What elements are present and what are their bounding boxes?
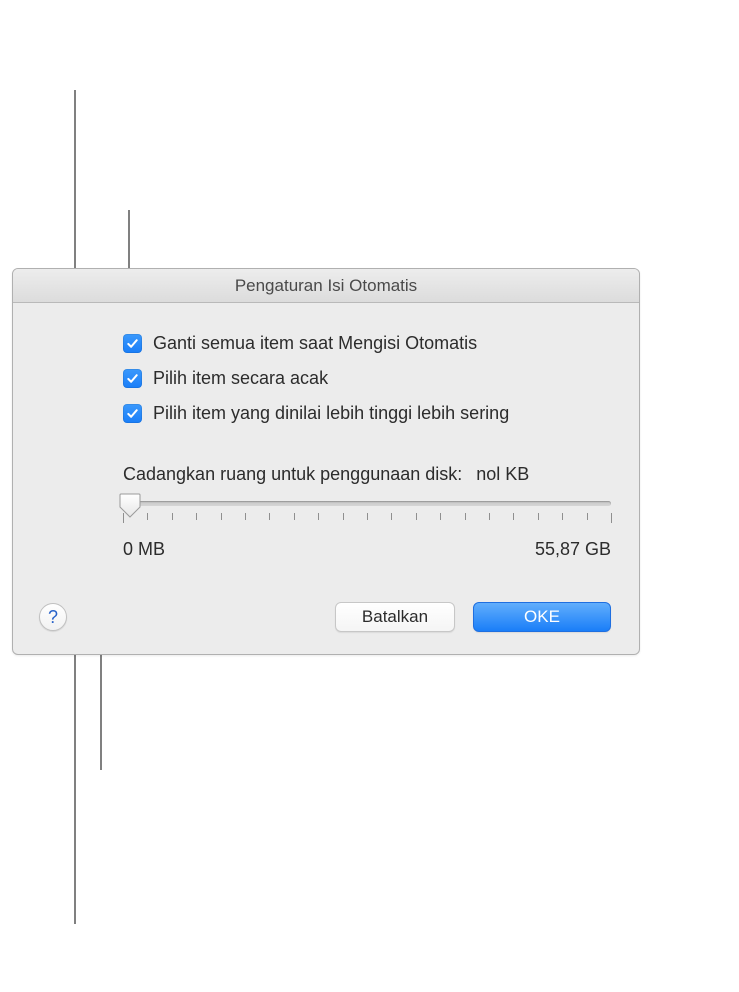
checkbox-icon <box>123 369 142 388</box>
help-icon: ? <box>48 607 58 628</box>
reserve-value: nol KB <box>476 464 529 485</box>
dialog-title: Pengaturan Isi Otomatis <box>235 276 417 296</box>
slider-scale: 0 MB 55,87 GB <box>123 539 611 560</box>
reserve-slider[interactable] <box>123 495 611 537</box>
checkbox-higher-rated[interactable]: Pilih item yang dinilai lebih tinggi leb… <box>123 403 613 424</box>
checkbox-icon <box>123 404 142 423</box>
checkbox-label: Pilih item yang dinilai lebih tinggi leb… <box>153 403 509 424</box>
reserve-label-row: Cadangkan ruang untuk penggunaan disk: n… <box>123 464 603 485</box>
dialog-titlebar: Pengaturan Isi Otomatis <box>13 269 639 303</box>
slider-min-label: 0 MB <box>123 539 165 560</box>
reserve-label: Cadangkan ruang untuk penggunaan disk: <box>123 464 462 485</box>
checkbox-label: Ganti semua item saat Mengisi Otomatis <box>153 333 477 354</box>
ok-button-label: OKE <box>524 607 560 627</box>
slider-thumb[interactable] <box>119 493 141 518</box>
dialog-content: Ganti semua item saat Mengisi Otomatis P… <box>13 303 639 654</box>
checkbox-label: Pilih item secara acak <box>153 368 328 389</box>
slider-max-label: 55,87 GB <box>535 539 611 560</box>
ok-button[interactable]: OKE <box>473 602 611 632</box>
cancel-button[interactable]: Batalkan <box>335 602 455 632</box>
reserve-space-group: Cadangkan ruang untuk penggunaan disk: n… <box>123 464 603 560</box>
checkbox-replace-all[interactable]: Ganti semua item saat Mengisi Otomatis <box>123 333 613 354</box>
help-button[interactable]: ? <box>39 603 67 631</box>
button-row: ? Batalkan OKE <box>39 602 613 632</box>
checkbox-group: Ganti semua item saat Mengisi Otomatis P… <box>123 333 613 424</box>
checkbox-icon <box>123 334 142 353</box>
checkbox-random-items[interactable]: Pilih item secara acak <box>123 368 613 389</box>
cancel-button-label: Batalkan <box>362 607 428 627</box>
slider-track <box>123 501 611 506</box>
autofill-settings-dialog: Pengaturan Isi Otomatis Ganti semua item… <box>12 268 640 655</box>
